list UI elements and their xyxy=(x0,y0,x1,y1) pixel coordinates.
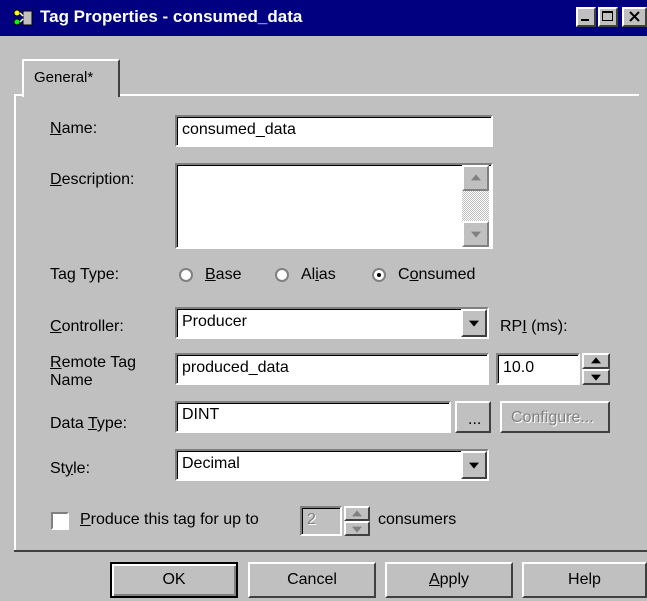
apply-button[interactable]: Apply xyxy=(385,562,513,598)
rpi-spin-down-button[interactable] xyxy=(582,369,610,385)
close-button[interactable] xyxy=(622,7,647,27)
close-icon xyxy=(628,11,640,22)
controller-dropdown[interactable]: Producer xyxy=(175,307,489,339)
scroll-down-button[interactable] xyxy=(462,221,489,247)
rpi-input[interactable]: 10.0 xyxy=(496,353,580,385)
spin-down-icon xyxy=(591,374,601,381)
produce-label: Produce this tag for up to xyxy=(80,511,259,528)
radio-selected-dot xyxy=(377,273,381,277)
title-bar[interactable]: Tag Properties - consumed_data xyxy=(0,0,647,36)
maximize-icon xyxy=(602,11,613,21)
produce-spin-down-button[interactable] xyxy=(344,521,370,536)
configure-button[interactable]: Configure... xyxy=(500,401,610,433)
radio-consumed-label: Consumed xyxy=(398,266,476,283)
remote-tag-input[interactable]: produced_data xyxy=(175,353,489,385)
remote-tag-label: Remote Tag Name xyxy=(50,354,136,389)
consumers-label: consumers xyxy=(378,511,457,528)
spin-up-icon xyxy=(591,357,601,364)
window-title: Tag Properties - consumed_data xyxy=(40,7,303,26)
help-button[interactable]: Help xyxy=(522,562,647,598)
data-type-input[interactable]: DINT xyxy=(175,401,451,433)
rpi-label: RPI (ms): xyxy=(500,318,568,335)
produce-count-input[interactable]: 2 xyxy=(300,506,342,536)
name-input[interactable]: consumed_data xyxy=(175,115,493,147)
controller-label: Controller: xyxy=(50,318,124,335)
radio-consumed[interactable]: Consumed xyxy=(372,264,497,286)
style-dropdown[interactable]: Decimal xyxy=(175,449,489,481)
cancel-button[interactable]: Cancel xyxy=(248,562,376,598)
radio-alias-label: Alias xyxy=(301,266,336,283)
scroll-down-icon xyxy=(470,231,481,238)
style-label: Style: xyxy=(50,460,91,477)
description-textarea[interactable] xyxy=(175,163,493,249)
panel-border-left xyxy=(14,94,16,552)
radio-alias[interactable]: Alias xyxy=(275,264,360,286)
minimize-icon xyxy=(581,19,589,21)
radio-base[interactable]: Base xyxy=(179,264,264,286)
style-dropdown-button[interactable] xyxy=(461,451,487,479)
radio-base-button[interactable] xyxy=(179,268,193,282)
name-label: Name: xyxy=(50,120,98,137)
maximize-button[interactable] xyxy=(598,7,618,27)
rpi-spinner[interactable] xyxy=(582,353,610,385)
description-label: Description: xyxy=(50,171,135,188)
produce-count-spinner[interactable] xyxy=(344,506,370,536)
tab-general-label: General* xyxy=(34,69,94,86)
spin-down-icon xyxy=(352,526,362,533)
radio-consumed-button[interactable] xyxy=(372,268,386,282)
spin-up-icon xyxy=(352,509,362,516)
chevron-down-icon xyxy=(469,462,479,469)
produce-spin-up-button[interactable] xyxy=(344,506,370,521)
scroll-up-icon xyxy=(470,174,481,181)
panel-border-bottom xyxy=(14,550,647,552)
chevron-down-icon xyxy=(469,320,479,327)
rpi-spin-up-button[interactable] xyxy=(582,353,610,369)
controller-dropdown-button[interactable] xyxy=(461,309,487,337)
tag-type-label: Tag Type: xyxy=(50,266,120,283)
ok-button[interactable]: OK xyxy=(110,562,238,598)
radio-base-label: Base xyxy=(205,266,242,283)
tag-properties-icon xyxy=(12,8,34,28)
scroll-up-button[interactable] xyxy=(462,165,489,191)
produce-checkbox[interactable] xyxy=(51,512,69,530)
radio-alias-button[interactable] xyxy=(275,268,289,282)
browse-data-type-button[interactable]: ... xyxy=(455,401,491,433)
description-scrollbar[interactable] xyxy=(462,165,489,247)
data-type-label: Data Type: xyxy=(50,415,128,432)
minimize-button[interactable] xyxy=(576,7,596,27)
tab-general[interactable]: General* xyxy=(22,59,120,97)
